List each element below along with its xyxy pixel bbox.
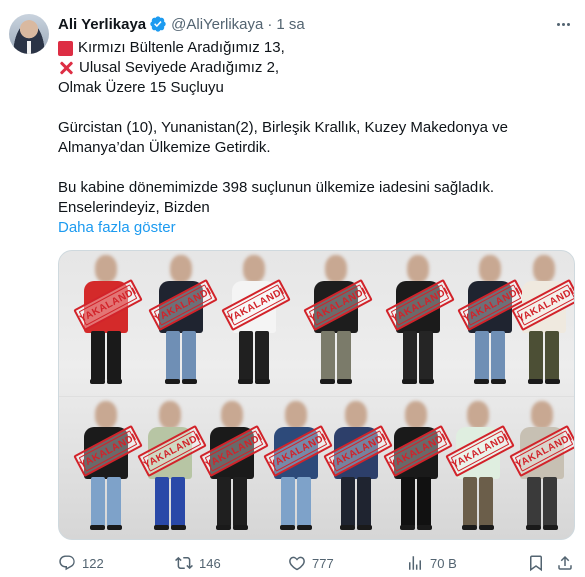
detained-person: YAKALANDI xyxy=(221,255,291,389)
reply-icon xyxy=(59,555,75,571)
views-count: 70 B xyxy=(430,555,457,571)
more-options-icon[interactable] xyxy=(552,13,574,35)
detained-person: YAKALANDI xyxy=(509,401,574,535)
share-icon xyxy=(558,555,572,570)
reply-button[interactable]: 122 xyxy=(58,553,104,573)
text-line-6: Bu kabine dönemimizde 398 suçlunun ülkem… xyxy=(58,179,495,196)
red-square-icon xyxy=(58,40,73,56)
detained-person: YAKALANDI xyxy=(303,255,373,389)
detained-person: YAKALANDI xyxy=(323,401,393,535)
views-chart-icon xyxy=(409,556,421,570)
tweet[interactable]: Ali Yerlikaya @AliYerlikaya · 1 sa Kırmı… xyxy=(0,0,585,577)
repost-count: 146 xyxy=(199,555,221,571)
repost-button[interactable]: 146 xyxy=(175,553,221,573)
text-line-4: Gürcistan (10), Yunanistan(2), Birleşik … xyxy=(58,119,508,136)
bookmark-icon xyxy=(530,555,542,572)
tweet-text: Kırmızı Bültenle Aradığımız 13, Ulusal S… xyxy=(58,38,568,238)
show-more-link[interactable]: Daha fazla göster xyxy=(58,218,176,238)
detained-person: YAKALANDI xyxy=(137,401,207,535)
author-name[interactable]: Ali Yerlikaya xyxy=(58,16,146,33)
text-line-2: Ulusal Seviyede Aradığımız 2, xyxy=(79,59,280,76)
heart-icon xyxy=(289,556,305,571)
tweet-media-image[interactable]: YAKALANDI YAKALANDI YAKALANDI YAKALANDI YAKA… xyxy=(58,250,575,540)
timestamp[interactable]: 1 sa xyxy=(276,16,304,33)
text-line-5: Almanya’dan Ülkemize Getirdik. xyxy=(58,139,271,156)
like-count: 777 xyxy=(312,555,334,571)
detained-person: YAKALANDI xyxy=(73,401,143,535)
detained-person: YAKALANDI xyxy=(385,255,455,389)
share-button[interactable] xyxy=(556,553,574,573)
verified-badge-icon xyxy=(150,16,166,32)
detained-person: YAKALANDI xyxy=(511,255,574,389)
text-line-3: Olmak Üzere 15 Suçluyu xyxy=(58,79,224,96)
action-bar: 122 146 777 70 B xyxy=(58,553,575,573)
detained-person: YAKALANDI xyxy=(457,255,527,389)
author-handle[interactable]: @AliYerlikaya xyxy=(171,16,263,33)
detained-person: YAKALANDI xyxy=(445,401,515,535)
separator-dot: · xyxy=(267,15,273,33)
views-button[interactable]: 70 B xyxy=(406,553,457,573)
detained-person: YAKALANDI xyxy=(73,255,143,389)
red-cross-icon xyxy=(58,60,74,76)
detained-person: YAKALANDI xyxy=(263,401,333,535)
detained-person: YAKALANDI xyxy=(148,255,218,389)
detained-person: YAKALANDI xyxy=(383,401,453,535)
avatar[interactable] xyxy=(9,14,49,54)
bookmark-button[interactable] xyxy=(527,553,545,573)
tweet-header: Ali Yerlikaya @AliYerlikaya · 1 sa xyxy=(58,14,305,34)
detained-person: YAKALANDI xyxy=(199,401,269,535)
text-line-7: Enselerindeyiz, Bizden xyxy=(58,199,210,216)
like-button[interactable]: 777 xyxy=(288,553,334,573)
reply-count: 122 xyxy=(82,555,104,571)
repost-icon xyxy=(175,556,193,570)
text-line-1: Kırmızı Bültenle Aradığımız 13, xyxy=(78,39,285,56)
